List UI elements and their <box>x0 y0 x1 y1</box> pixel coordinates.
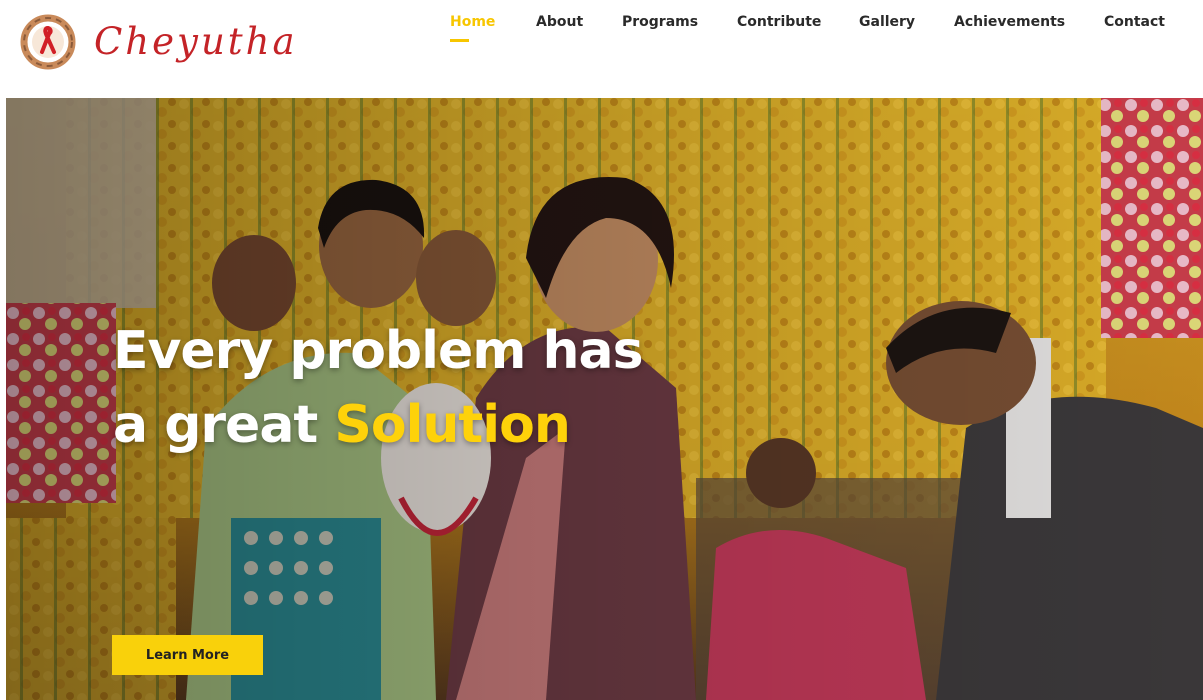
nav-achievements[interactable]: Achievements <box>954 14 1065 30</box>
nav-programs[interactable]: Programs <box>622 14 698 30</box>
headline-line-2: a great Solution <box>113 388 753 462</box>
nav-about[interactable]: About <box>536 14 583 30</box>
hero-banner: Every problem has a great Solution Learn… <box>6 98 1203 700</box>
site-logo[interactable]: Cheyutha <box>18 10 388 72</box>
brand-name: Cheyutha <box>94 19 298 63</box>
site-header: Cheyutha Home About Programs Contribute … <box>0 0 1203 96</box>
nav-contact[interactable]: Contact <box>1104 14 1165 30</box>
main-nav: Home About Programs Contribute Gallery A… <box>440 12 1203 42</box>
nav-gallery[interactable]: Gallery <box>859 14 915 30</box>
nav-home[interactable]: Home <box>450 14 495 30</box>
nav-active-indicator <box>450 39 469 42</box>
nav-contribute[interactable]: Contribute <box>737 14 821 30</box>
learn-more-button[interactable]: Learn More <box>112 635 263 675</box>
headline-line-2-prefix: a great <box>113 395 335 455</box>
red-ribbon-logo-icon <box>18 12 80 70</box>
headline-highlight: Solution <box>334 395 570 455</box>
headline-line-1: Every problem has <box>113 321 644 381</box>
hero-headline: Every problem has a great Solution <box>113 314 753 462</box>
